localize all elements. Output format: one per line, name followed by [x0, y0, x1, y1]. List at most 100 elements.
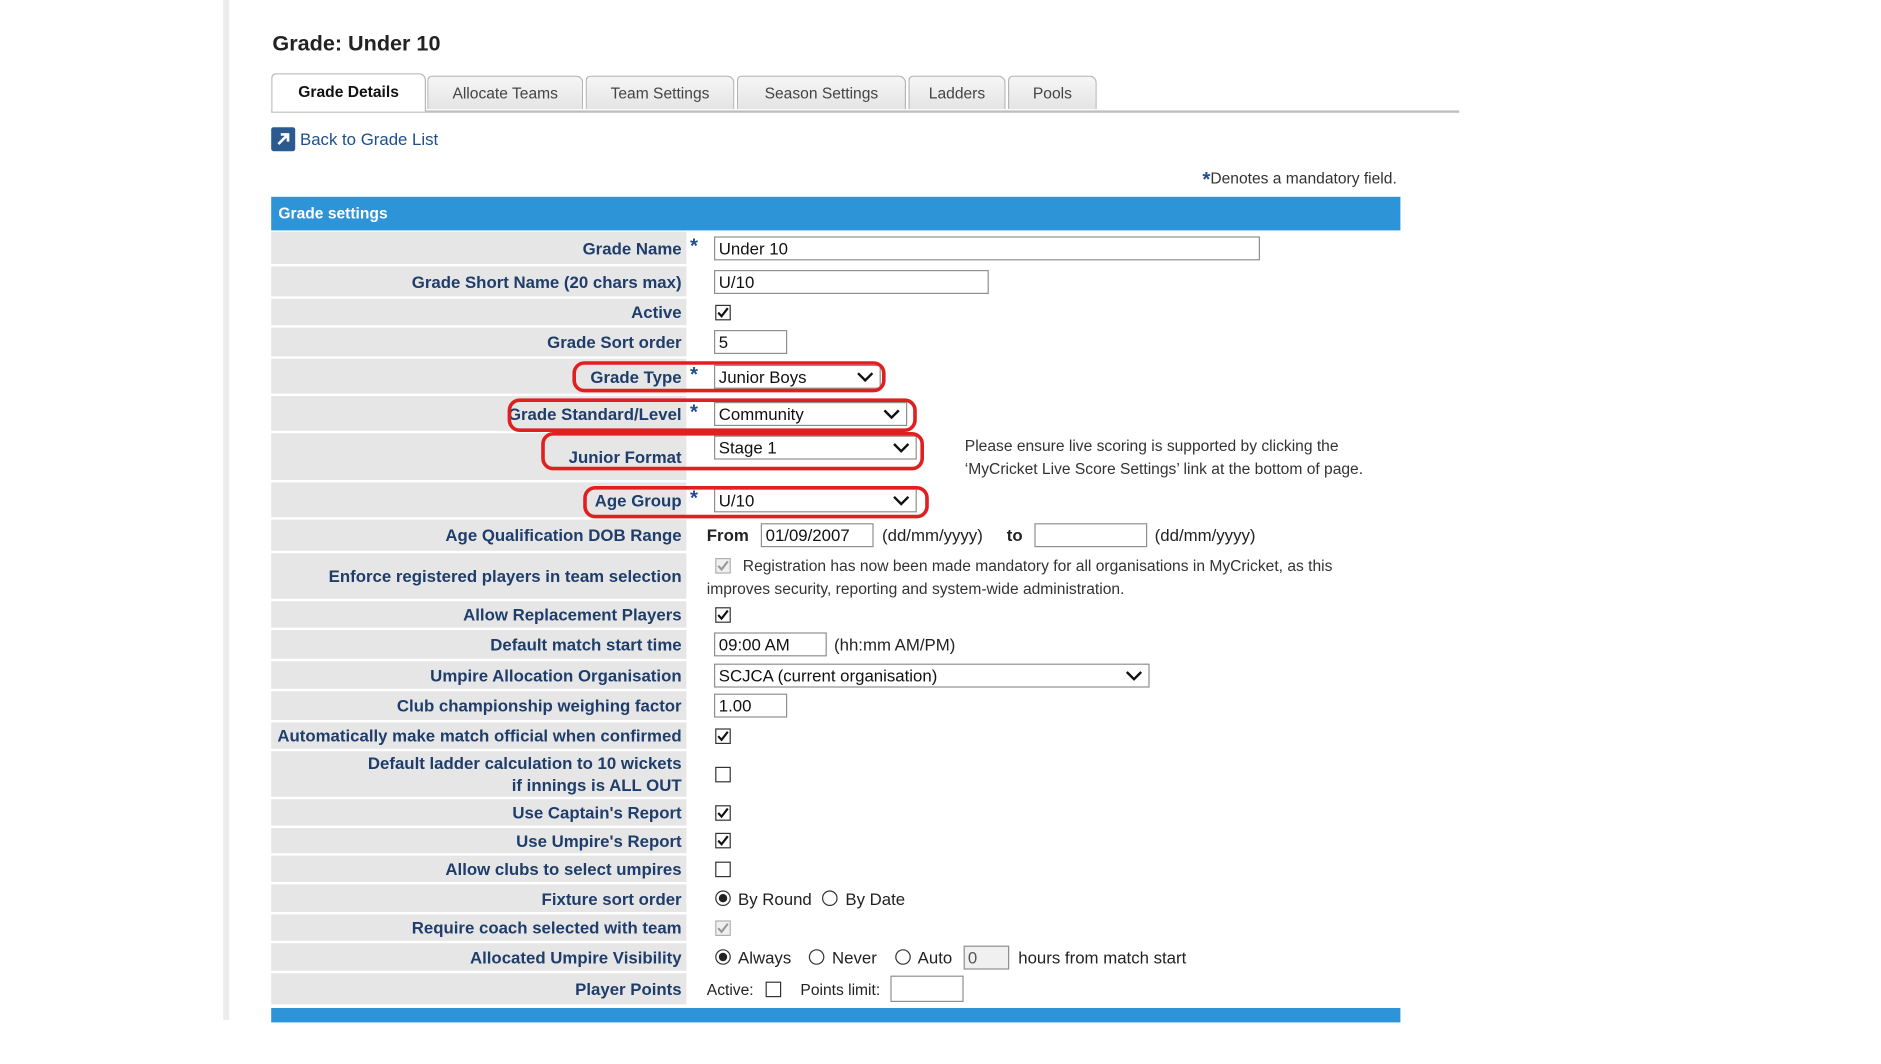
live-scoring-note: Please ensure live scoring is supported …	[965, 434, 1363, 480]
row-umpire-visibility: Allocated Umpire Visibility Always Never…	[271, 943, 1400, 973]
clubs-select-umpires-checkbox[interactable]	[715, 861, 731, 877]
start-time-input[interactable]: 09:00 AM	[714, 632, 827, 657]
row-dob-range: Age Qualification DOB Range From 01/09/2…	[271, 519, 1400, 554]
tab-ladders[interactable]: Ladders	[908, 75, 1006, 110]
grade-type-value: Junior Boys	[718, 366, 807, 386]
visibility-hours-input[interactable]: 0	[963, 945, 1009, 970]
tab-team-settings[interactable]: Team Settings	[585, 75, 735, 110]
row-player-points: Player Points Active: Points limit:	[271, 973, 1400, 1007]
junior-format-select[interactable]: Stage 1	[714, 435, 917, 460]
require-coach-checkbox[interactable]	[715, 919, 731, 936]
tab-allocate-teams[interactable]: Allocate Teams	[427, 75, 584, 110]
player-points-active-label: Active:	[706, 979, 754, 998]
row-umpire-org: Umpire Allocation Organisation SCJCA (cu…	[271, 661, 1400, 691]
grade-standard-label: Grade Standard/Level	[271, 396, 687, 431]
player-points-active-checkbox[interactable]	[765, 981, 782, 997]
required-star: *	[690, 362, 698, 386]
junior-format-label: Junior Format	[271, 433, 687, 481]
external-link-icon	[271, 127, 296, 152]
umpire-org-value: SCJCA (current organisation)	[718, 665, 938, 685]
page-title: Grade: Under 10	[272, 31, 441, 56]
points-limit-label: Points limit:	[800, 979, 881, 998]
allow-replacement-checkbox[interactable]	[715, 606, 731, 623]
back-to-grade-list-link[interactable]: Back to Grade List	[271, 126, 438, 152]
captain-report-label: Use Captain's Report	[271, 799, 687, 826]
checkmark-icon	[717, 835, 729, 846]
dob-from-input[interactable]: 01/09/2007	[760, 523, 874, 548]
age-group-select[interactable]: U/10	[714, 487, 917, 512]
tab-grade-details[interactable]: Grade Details	[271, 73, 427, 112]
visibility-never-radio[interactable]	[809, 949, 825, 965]
live-scoring-note-line1: Please ensure live scoring is supported …	[964, 436, 1339, 455]
grade-name-input[interactable]: Under 10	[714, 235, 1260, 260]
row-enforce-registered: Enforce registered players in team selec…	[271, 553, 1400, 601]
short-name-input[interactable]: U/10	[714, 269, 989, 294]
active-label: Active	[271, 298, 687, 326]
mandatory-note-text: Denotes a mandatory field.	[1210, 169, 1397, 188]
umpire-org-select[interactable]: SCJCA (current organisation)	[714, 663, 1150, 687]
start-time-label: Default match start time	[271, 630, 687, 659]
fixture-sort-by-round-radio[interactable]	[715, 890, 731, 907]
dob-to-label: to	[1006, 525, 1023, 545]
checkmark-icon	[717, 807, 729, 818]
age-group-value: U/10	[718, 490, 755, 510]
mandatory-note: *Denotes a mandatory field.	[1202, 168, 1396, 192]
grade-type-label: Grade Type	[271, 358, 687, 394]
row-umpire-report: Use Umpire's Report	[271, 828, 1400, 856]
short-name-label: Grade Short Name (20 chars max)	[271, 266, 687, 297]
tab-bar: Grade Details Allocate Teams Team Settin…	[271, 73, 1460, 113]
visibility-always-label: Always	[738, 947, 792, 967]
grade-standard-select[interactable]: Community	[714, 401, 908, 426]
enforce-registered-text-line1: Registration has now been made mandatory…	[742, 556, 1333, 575]
fixture-sort-by-date-label: By Date	[845, 888, 906, 908]
active-checkbox[interactable]	[715, 304, 731, 320]
fixture-sort-by-date-radio[interactable]	[822, 890, 839, 907]
tab-pools[interactable]: Pools	[1008, 75, 1097, 110]
row-auto-official: Automatically make match official when c…	[271, 722, 1400, 751]
umpire-report-label: Use Umpire's Report	[271, 828, 687, 854]
dob-to-hint: (dd/mm/yyyy)	[1154, 525, 1256, 545]
row-grade-type: Grade Type * Junior Boys	[271, 358, 1400, 396]
row-start-time: Default match start time 09:00 AM (hh:mm…	[271, 630, 1400, 661]
umpire-visibility-label: Allocated Umpire Visibility	[271, 943, 687, 971]
row-require-coach: Require coach selected with team	[271, 914, 1400, 943]
row-captain-report: Use Captain's Report	[271, 799, 1400, 828]
enforce-registered-label: Enforce registered players in team selec…	[271, 553, 687, 599]
visibility-auto-radio[interactable]	[894, 949, 911, 965]
row-sort-order: Grade Sort order 5	[271, 327, 1400, 359]
fixture-sort-by-round-label: By Round	[738, 888, 812, 908]
row-short-name: Grade Short Name (20 chars max) U/10	[271, 266, 1400, 298]
dob-from-label: From	[706, 525, 749, 545]
row-grade-name: Grade Name * Under 10	[271, 231, 1400, 267]
chevron-down-icon	[893, 443, 910, 453]
back-link-label: Back to Grade List	[300, 129, 439, 149]
grade-type-select[interactable]: Junior Boys	[714, 364, 881, 389]
clubs-select-umpires-label: Allow clubs to select umpires	[271, 855, 687, 883]
player-points-label: Player Points	[271, 973, 687, 1005]
enforce-registered-checkbox[interactable]	[715, 558, 731, 574]
weighing-factor-input[interactable]: 1.00	[714, 693, 788, 718]
tab-season-settings[interactable]: Season Settings	[736, 75, 907, 110]
row-weighing-factor: Club championship weighing factor 1.00	[271, 691, 1400, 722]
visibility-hours-suffix: hours from match start	[1018, 947, 1187, 967]
dob-to-input[interactable]	[1034, 523, 1148, 548]
checkmark-icon	[717, 609, 729, 620]
captain-report-checkbox[interactable]	[715, 804, 731, 821]
chevron-down-icon	[883, 408, 900, 419]
points-limit-input[interactable]	[890, 975, 965, 1003]
visibility-always-radio[interactable]	[715, 949, 731, 965]
start-time-hint: (hh:mm AM/PM)	[834, 634, 956, 654]
umpire-org-label: Umpire Allocation Organisation	[271, 661, 687, 689]
sort-order-input[interactable]: 5	[714, 330, 788, 354]
row-default-ladder: Default ladder calculation to 10 wickets…	[271, 751, 1400, 799]
umpire-report-checkbox[interactable]	[715, 832, 731, 849]
row-clubs-select-umpires: Allow clubs to select umpires	[271, 855, 1400, 885]
default-ladder-checkbox[interactable]	[715, 766, 731, 782]
row-age-group: Age Group * U/10	[271, 482, 1400, 519]
mandatory-star: *	[1202, 168, 1211, 191]
chevron-down-icon	[893, 495, 910, 506]
auto-official-checkbox[interactable]	[715, 727, 731, 744]
visibility-never-label: Never	[832, 947, 877, 967]
visibility-auto-label: Auto	[917, 947, 953, 967]
chevron-down-icon	[857, 371, 874, 382]
